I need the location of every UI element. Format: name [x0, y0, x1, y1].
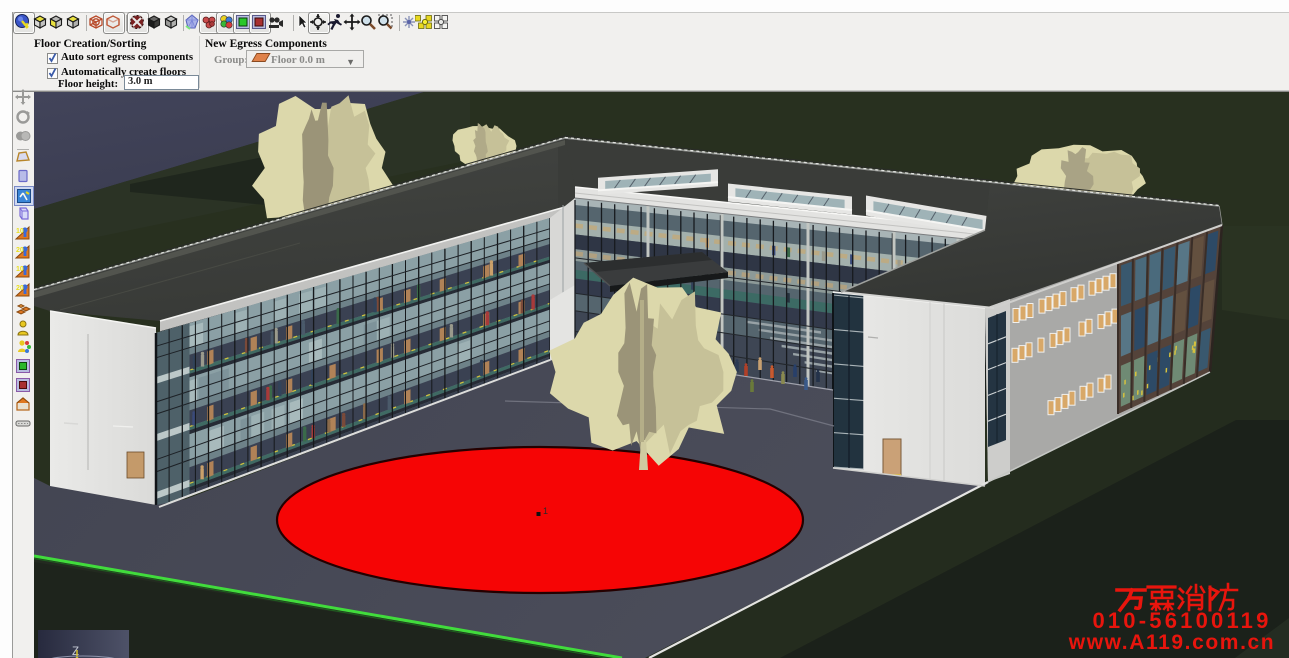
- svg-text:10: 10: [16, 266, 24, 273]
- svg-text:www.A119.com.cn: www.A119.com.cn: [1068, 631, 1275, 654]
- svg-text:10: 10: [16, 228, 24, 235]
- svg-text:20: 20: [16, 247, 24, 254]
- svg-text:20: 20: [16, 285, 24, 292]
- svg-text:1: 1: [543, 506, 548, 516]
- svg-text:010-56100119: 010-56100119: [1092, 608, 1271, 633]
